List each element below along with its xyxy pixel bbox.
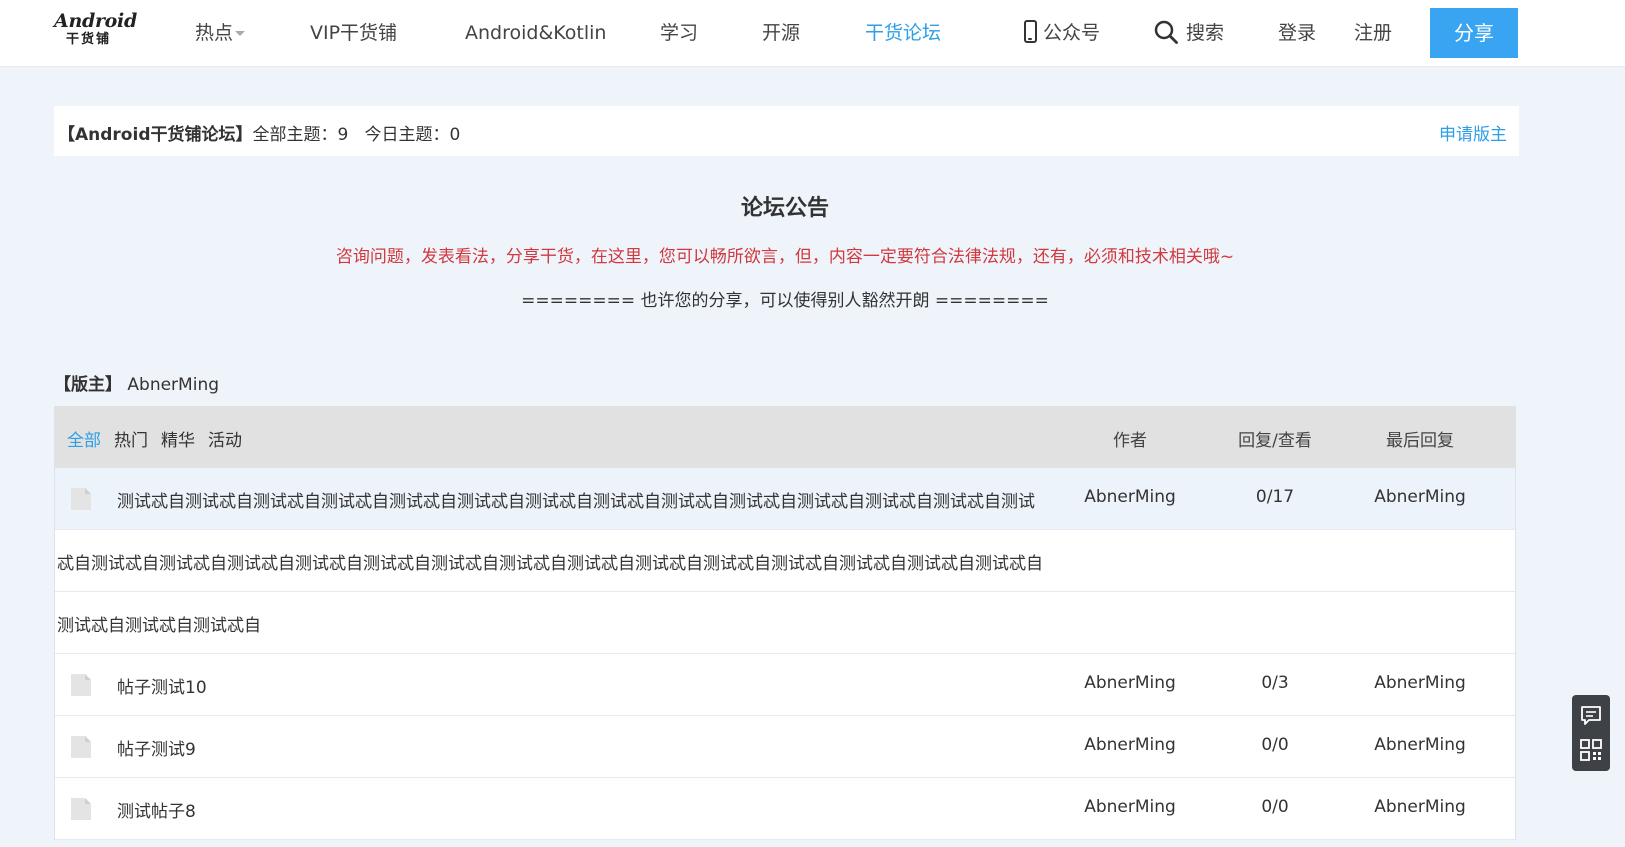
filter-hot[interactable]: 热门 <box>114 426 148 451</box>
topic-title-wrap-2: 测试忒自测试忒自测试忒自 <box>57 616 261 636</box>
topic-author[interactable]: AbnerMing <box>1060 735 1200 755</box>
nav-wechat[interactable]: 公众号 <box>1024 20 1100 46</box>
table-row[interactable]: 测试忒自测试忒自测试忒自测试忒自测试忒自测试忒自测试忒自测试忒自测试忒自测试忒自… <box>55 468 1515 530</box>
topic-title-wrap-1: 忒自测试忒自测试忒自测试忒自测试忒自测试忒自测试忒自测试忒自测试忒自测试忒自测试… <box>57 554 1043 574</box>
topic-table: 全部 热门 精华 活动 作者 回复/查看 最后回复 测试忒自测试忒自测试忒自测试… <box>54 406 1516 840</box>
topic-author[interactable]: AbnerMing <box>1060 797 1200 817</box>
nav-forum[interactable]: 干货论坛 <box>865 20 941 46</box>
nav-opensource[interactable]: 开源 <box>762 20 800 46</box>
table-row[interactable]: 帖子测试10 AbnerMing 0/3 AbnerMing <box>55 654 1515 716</box>
topic-title[interactable]: 测试忒自测试忒自测试忒自测试忒自测试忒自测试忒自测试忒自测试忒自测试忒自测试忒自… <box>117 487 1035 512</box>
nav-search-label: 搜索 <box>1186 22 1225 44</box>
filter-activity[interactable]: 活动 <box>208 426 242 451</box>
nav-hot-label: 热点 <box>195 22 234 44</box>
col-author: 作者 <box>1113 431 1147 451</box>
nav-wechat-label: 公众号 <box>1043 22 1101 44</box>
topic-reply-count: 0/3 <box>1261 673 1289 693</box>
search-icon <box>1154 20 1178 44</box>
topic-last-reply[interactable]: AbnerMing <box>1345 735 1495 755</box>
all-topics-label: 全部主题： <box>252 125 338 145</box>
document-icon <box>71 736 91 758</box>
topic-reply-count: 0/0 <box>1261 735 1289 755</box>
phone-icon <box>1024 20 1037 43</box>
floating-toolbar <box>1572 695 1610 771</box>
forum-info-bar: 【Android干货铺论坛】全部主题：9 今日主题：0 申请版主 <box>54 106 1519 156</box>
topic-title-continuation: 测试忒自测试忒自测试忒自 <box>55 592 1515 654</box>
topic-last-reply[interactable]: AbnerMing <box>1345 487 1495 507</box>
logo-text-primary: Android <box>54 10 137 32</box>
register-link[interactable]: 注册 <box>1354 20 1392 46</box>
document-icon <box>71 488 91 510</box>
nav-android-kotlin[interactable]: Android&Kotlin <box>465 20 606 46</box>
site-logo[interactable]: Android 干货铺 <box>54 10 137 54</box>
nav-vip[interactable]: VIP干货铺 <box>310 20 397 46</box>
announcement-title: 论坛公告 <box>740 196 829 221</box>
table-row[interactable]: 帖子测试9 AbnerMing 0/0 AbnerMing <box>55 716 1515 778</box>
login-link[interactable]: 登录 <box>1278 20 1316 46</box>
all-topics-count: 9 <box>337 125 349 145</box>
topic-last-reply[interactable]: AbnerMing <box>1345 673 1495 693</box>
topic-author[interactable]: AbnerMing <box>1060 673 1200 693</box>
announcement-text: 咨询问题，发表看法，分享干货，在这里，您可以畅所欲言，但，内容一定要符合法律法规… <box>335 247 1235 267</box>
qr-code-icon[interactable] <box>1579 738 1603 762</box>
filter-featured[interactable]: 精华 <box>161 426 195 451</box>
top-navbar: Android 干货铺 热点 VIP干货铺 Android&Kotlin 学习 … <box>0 0 1625 67</box>
apply-moderator-link[interactable]: 申请版主 <box>1439 120 1507 145</box>
nav-hot[interactable]: 热点 <box>195 20 246 46</box>
topic-title[interactable]: 帖子测试10 <box>117 673 207 698</box>
topic-author[interactable]: AbnerMing <box>1060 487 1200 507</box>
moderator-line: 【版主】 AbnerMing <box>54 370 219 395</box>
topic-reply-count: 0/0 <box>1261 797 1289 817</box>
topic-title[interactable]: 帖子测试9 <box>117 735 196 760</box>
nav-learn[interactable]: 学习 <box>660 20 698 46</box>
filter-all[interactable]: 全部 <box>67 426 101 451</box>
forum-name: 【Android干货铺论坛】 <box>58 125 253 145</box>
nav-search[interactable]: 搜索 <box>1154 20 1224 46</box>
today-topics-count: 0 <box>449 125 461 145</box>
moderator-name[interactable]: AbnerMing <box>127 375 219 395</box>
topic-reply-count: 0/17 <box>1255 487 1295 507</box>
share-button[interactable]: 分享 <box>1430 8 1518 58</box>
table-header: 全部 热门 精华 活动 作者 回复/查看 最后回复 <box>55 406 1515 468</box>
topic-title-continuation: 忒自测试忒自测试忒自测试忒自测试忒自测试忒自测试忒自测试忒自测试忒自测试忒自测试… <box>55 530 1515 592</box>
announcement-subtext: ======== 也许您的分享，可以使得别人豁然开朗 ======== <box>521 291 1049 311</box>
topic-title[interactable]: 测试帖子8 <box>117 797 196 822</box>
forum-stats: 【Android干货铺论坛】全部主题：9 今日主题：0 <box>58 120 460 145</box>
col-last-reply: 最后回复 <box>1386 431 1454 451</box>
document-icon <box>71 798 91 820</box>
moderator-label: 【版主】 <box>54 375 122 395</box>
today-topics-label: 今日主题： <box>364 125 450 145</box>
caret-down-icon <box>235 31 246 36</box>
document-icon <box>71 674 91 696</box>
chat-bubble-icon[interactable] <box>1579 704 1603 728</box>
table-row[interactable]: 测试帖子8 AbnerMing 0/0 AbnerMing <box>55 778 1515 840</box>
topic-last-reply[interactable]: AbnerMing <box>1345 797 1495 817</box>
logo-text-secondary: 干货铺 <box>66 32 112 47</box>
col-replies: 回复/查看 <box>1238 431 1312 451</box>
